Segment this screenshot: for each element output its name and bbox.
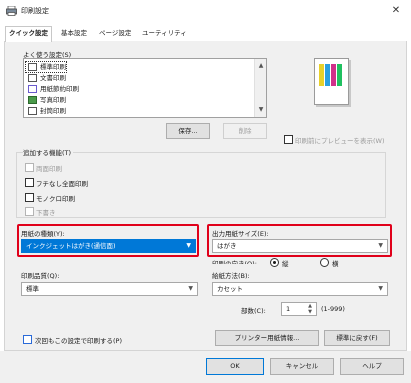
cancel-button[interactable]: キャンセル [270, 358, 334, 375]
preview-before-print-checkbox[interactable] [284, 135, 293, 144]
grayscale-checkbox[interactable] [25, 193, 34, 202]
portrait-label: 縦 [282, 260, 289, 268]
close-button[interactable]: ✕ [388, 4, 404, 18]
chevron-down-icon: ▼ [188, 285, 193, 292]
portrait-radio[interactable] [270, 258, 279, 267]
media-type-value: インクジェットはがき(通信面) [26, 242, 116, 250]
paper-source-select[interactable]: カセット ▼ [212, 282, 388, 296]
window-title: 印刷設定 [21, 7, 49, 15]
landscape-radio[interactable] [320, 258, 329, 267]
tab-utility[interactable]: ユーティリティ [139, 27, 190, 41]
envelope-icon [28, 107, 37, 115]
spin-arrows-icon[interactable]: ▲ ▼ [308, 303, 312, 315]
preview-image [314, 58, 349, 105]
preview-before-print-label: 印刷前にプレビューを表示(W) [295, 137, 385, 145]
list-item[interactable]: 文書印刷 [26, 73, 66, 83]
chevron-down-icon: ▼ [378, 285, 383, 292]
paper-source-value: カセット [217, 285, 243, 293]
document-icon [28, 74, 37, 82]
list-item[interactable]: 封筒印刷 [26, 106, 66, 116]
favorites-scrollbar[interactable]: ▲ ▼ [254, 59, 266, 117]
paper-size-value: はがき [217, 242, 237, 250]
chevron-down-icon: ▼ [186, 242, 191, 249]
duplex-label: 両面印刷 [36, 165, 62, 173]
media-type-label: 用紙の種類(Y): [21, 230, 65, 238]
title-bar: 印刷設定 ✕ [0, 0, 411, 22]
copies-input[interactable]: 1 ▲ ▼ [281, 302, 317, 316]
save-button[interactable]: 保存... [166, 123, 210, 139]
tab-quick-setup[interactable]: クイック設定 [5, 26, 52, 42]
print-quality-label: 印刷品質(Q): [21, 272, 60, 280]
chevron-down-icon: ▼ [378, 242, 383, 249]
paper-source-label: 給紙方法(B): [212, 272, 250, 280]
scroll-down-icon[interactable]: ▼ [255, 105, 267, 115]
duplex-checkbox[interactable] [25, 163, 34, 172]
draft-label: 下書き [36, 209, 56, 217]
paper-saving-icon [28, 85, 37, 93]
grayscale-label: モノクロ印刷 [36, 195, 75, 203]
copies-value: 1 [286, 305, 291, 313]
page-preview-icon [319, 64, 342, 86]
list-item-label: 標準印刷 [40, 63, 66, 71]
borderless-label: フチなし全面印刷 [36, 180, 88, 188]
photo-icon [28, 96, 37, 104]
document-icon [28, 63, 37, 71]
favorites-list[interactable]: 標準印刷 文書印刷 用紙節約印刷 写真印刷 封筒印刷 [23, 58, 267, 118]
paper-size-select[interactable]: はがき ▼ [212, 239, 388, 253]
orientation-label: 印刷の向き(O): [212, 260, 257, 264]
landscape-label: 横 [332, 260, 339, 268]
media-type-select[interactable]: インクジェットはがき(通信面) ▼ [21, 239, 196, 253]
added-functions-label: 追加する機能(T) [23, 147, 74, 157]
defaults-button[interactable]: 標準に戻す(F) [324, 330, 390, 346]
tab-main[interactable]: 基本設定 [58, 27, 90, 41]
print-quality-select[interactable]: 標準 ▼ [21, 282, 198, 296]
list-item-label: 封筒印刷 [40, 107, 66, 115]
always-print-label: 次回もこの設定で印刷する(P) [35, 337, 122, 345]
borderless-checkbox[interactable] [25, 178, 34, 187]
list-item-label: 文書印刷 [40, 74, 66, 82]
list-item[interactable]: 標準印刷 [25, 61, 67, 73]
printer-icon [6, 6, 17, 16]
list-item[interactable]: 写真印刷 [26, 95, 66, 105]
delete-button[interactable]: 削除 [223, 123, 267, 139]
help-button[interactable]: ヘルプ [340, 358, 404, 375]
paper-size-label: 出力用紙サイズ(E): [212, 230, 269, 238]
copies-range: (1-999) [321, 305, 345, 313]
draft-checkbox[interactable] [25, 207, 34, 216]
list-item-label: 用紙節約印刷 [40, 85, 79, 93]
copies-label: 部数(C): [241, 307, 266, 315]
always-print-checkbox[interactable] [23, 335, 32, 344]
scroll-up-icon[interactable]: ▲ [255, 61, 267, 71]
printer-media-info-button[interactable]: プリンター用紙情報... [215, 330, 319, 346]
list-item[interactable]: 用紙節約印刷 [26, 84, 79, 94]
list-item-label: 写真印刷 [40, 96, 66, 104]
ok-button[interactable]: OK [206, 358, 264, 375]
tab-page-setup[interactable]: ページ設定 [96, 27, 134, 41]
print-quality-value: 標準 [26, 285, 39, 293]
